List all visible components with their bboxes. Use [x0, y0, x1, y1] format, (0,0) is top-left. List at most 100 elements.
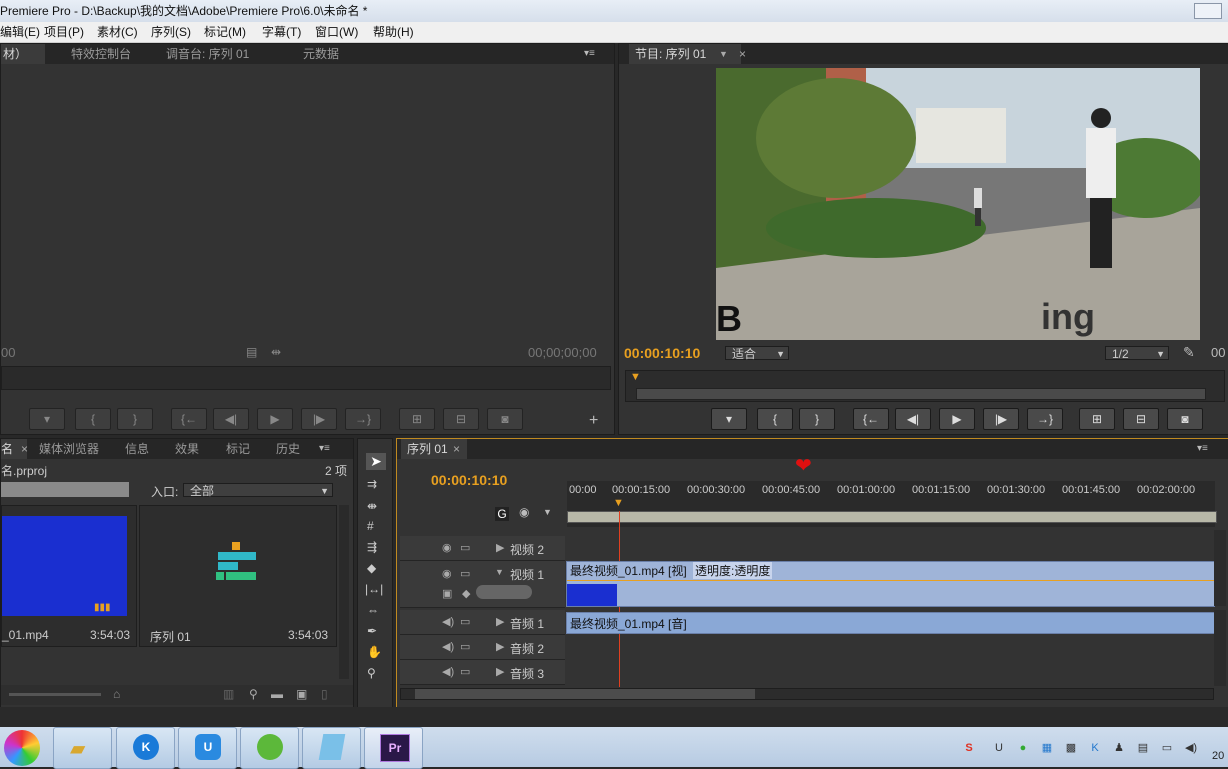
rolling-edit-tool-icon[interactable]: #: [367, 519, 374, 533]
program-timecode[interactable]: 00:00:10:10: [624, 345, 700, 361]
eye-icon[interactable]: ◉: [442, 567, 452, 580]
source-export-frame-button[interactable]: ◙: [487, 408, 523, 430]
program-export-frame-button[interactable]: ◙: [1167, 408, 1203, 430]
expand-arrow-icon[interactable]: ▶: [496, 541, 504, 554]
wrench-icon[interactable]: ✎: [1183, 344, 1195, 361]
close-icon[interactable]: ×: [453, 439, 460, 459]
tray-monitor-icon[interactable]: ▭: [1160, 741, 1174, 755]
trash-icon[interactable]: ▯: [321, 687, 328, 701]
lock-icon[interactable]: ▭: [460, 640, 470, 653]
rate-stretch-tool-icon[interactable]: ⇶: [367, 540, 377, 554]
zoom-tool-icon[interactable]: ⚲: [367, 666, 376, 680]
source-marker-button[interactable]: ▾: [29, 408, 65, 430]
menu-sequence[interactable]: 序列(S): [151, 22, 191, 42]
zoom-scroll-bar[interactable]: [636, 388, 1206, 400]
keyframe-icon[interactable]: ◆: [462, 587, 470, 600]
tab-source[interactable]: 材）: [1, 44, 45, 64]
tab-info[interactable]: 信息: [125, 439, 149, 459]
menu-clip[interactable]: 素材(C): [97, 22, 138, 42]
start-button-icon[interactable]: [4, 730, 40, 766]
lock-icon[interactable]: ▭: [460, 665, 470, 678]
program-step-forward-button[interactable]: |▶: [983, 408, 1019, 430]
chevron-down-icon[interactable]: ▼: [719, 44, 728, 64]
tab-metadata[interactable]: 元数据: [303, 44, 339, 64]
menu-edit[interactable]: 编辑(E): [0, 22, 40, 42]
panel-menu-icon[interactable]: ▾≡: [1197, 439, 1208, 459]
video-clip-effect[interactable]: 透明度:透明度: [693, 562, 773, 579]
tray-network-icon[interactable]: ▩: [1064, 741, 1078, 755]
speaker-icon[interactable]: ◀): [442, 640, 454, 653]
tray-frog-icon[interactable]: ●: [1016, 741, 1030, 755]
snap-icon[interactable]: G: [495, 507, 509, 521]
hand-tool-icon[interactable]: ✋: [367, 645, 382, 659]
menu-project[interactable]: 项目(P): [44, 22, 84, 42]
new-bin-icon[interactable]: ▬: [271, 687, 283, 701]
tray-shield-icon[interactable]: U: [992, 741, 1006, 755]
program-extract-button[interactable]: ⊟: [1123, 408, 1159, 430]
slip-tool-icon[interactable]: |↔|: [365, 582, 383, 596]
keyframe-nav[interactable]: [476, 585, 532, 599]
resolution-dropdown[interactable]: 1/2 ▼: [1105, 346, 1169, 361]
safe-margins-icon[interactable]: ▤: [246, 345, 257, 359]
project-scrollbar[interactable]: [339, 505, 349, 679]
source-scrub-bar[interactable]: [1, 366, 611, 390]
automate-icon[interactable]: ▥: [223, 687, 234, 701]
menu-marker[interactable]: 标记(M): [204, 22, 246, 42]
playhead-icon[interactable]: ▼: [613, 497, 624, 509]
film-icon[interactable]: ▭: [460, 567, 470, 580]
program-lift-button[interactable]: ⊞: [1079, 408, 1115, 430]
playhead-icon[interactable]: ▼: [630, 371, 641, 383]
opacity-rubber-band[interactable]: [567, 580, 1214, 581]
timeline-ruler[interactable]: 00:00 00:00:15:00 00:00:30:00 00:00:45:0…: [567, 481, 1217, 527]
volume-icon[interactable]: ◀): [1184, 741, 1198, 755]
work-area-bar[interactable]: [567, 511, 1217, 523]
source-step-forward-button[interactable]: |▶: [301, 408, 337, 430]
source-goto-out-button[interactable]: →}: [345, 408, 381, 430]
taskbar-frog-app[interactable]: [240, 727, 299, 769]
expand-arrow-icon[interactable]: ▶: [496, 665, 504, 678]
program-goto-out-button[interactable]: →}: [1027, 408, 1063, 430]
project-item-clip[interactable]: ▮▮▮ _01.mp4 3:54:03: [1, 505, 137, 647]
display-style-icon[interactable]: ▣: [442, 587, 452, 600]
menu-help[interactable]: 帮助(H): [373, 22, 414, 42]
tray-device-icon[interactable]: ▤: [1136, 741, 1150, 755]
zoom-slider[interactable]: [9, 693, 101, 696]
speaker-icon[interactable]: ◀): [442, 615, 454, 628]
taskbar-app-u[interactable]: U: [178, 727, 237, 769]
program-mark-in-button[interactable]: {: [757, 408, 793, 430]
program-scrub-bar[interactable]: ▼: [625, 370, 1225, 402]
timeline-timecode[interactable]: 00:00:10:10: [431, 472, 507, 488]
minimize-button[interactable]: [1194, 3, 1222, 19]
source-mark-out-button[interactable]: }: [117, 408, 153, 430]
close-icon[interactable]: ×: [739, 44, 746, 64]
search-input[interactable]: [1, 482, 129, 497]
pen-tool-icon[interactable]: ✒: [367, 624, 377, 638]
taskbar-explorer[interactable]: ▰: [53, 727, 112, 769]
marker-icon[interactable]: ▼: [543, 507, 552, 517]
sogou-input-icon[interactable]: S: [962, 741, 976, 755]
tab-history[interactable]: 历史: [276, 439, 300, 459]
ripple-edit-tool-icon[interactable]: ⇼: [367, 499, 377, 513]
tab-effects[interactable]: 效果: [175, 439, 199, 459]
search-icon[interactable]: ⚲: [249, 687, 258, 701]
program-mark-out-button[interactable]: }: [799, 408, 835, 430]
source-step-back-button[interactable]: ◀|: [213, 408, 249, 430]
expand-arrow-icon[interactable]: ▶: [496, 615, 504, 628]
scroll-thumb[interactable]: [415, 689, 755, 699]
video-tracks-scrollbar[interactable]: [1214, 530, 1226, 606]
close-icon[interactable]: ×: [21, 439, 28, 459]
audio-tracks-scrollbar[interactable]: [1214, 610, 1226, 686]
project-item-sequence[interactable]: 序列 01 3:54:03: [139, 505, 337, 647]
timeline-horizontal-scrollbar[interactable]: [400, 688, 1214, 700]
add-marker-icon[interactable]: ◉: [519, 505, 529, 519]
tray-clock[interactable]: 20: [1212, 750, 1224, 762]
source-play-button[interactable]: ▶: [257, 408, 293, 430]
tab-effect-controls[interactable]: 特效控制台: [71, 44, 131, 64]
slide-tool-icon[interactable]: ⇔: [367, 603, 379, 617]
fit-dropdown[interactable]: 适合 ▼: [725, 346, 789, 361]
tab-audio-mixer[interactable]: 调音台: 序列 01: [166, 44, 249, 64]
program-marker-button[interactable]: ▾: [711, 408, 747, 430]
tab-media-browser[interactable]: 媒体浏览器: [39, 439, 99, 459]
track-select-tool-icon[interactable]: ⇉: [367, 477, 377, 491]
razor-tool-icon[interactable]: ◆: [367, 561, 376, 575]
